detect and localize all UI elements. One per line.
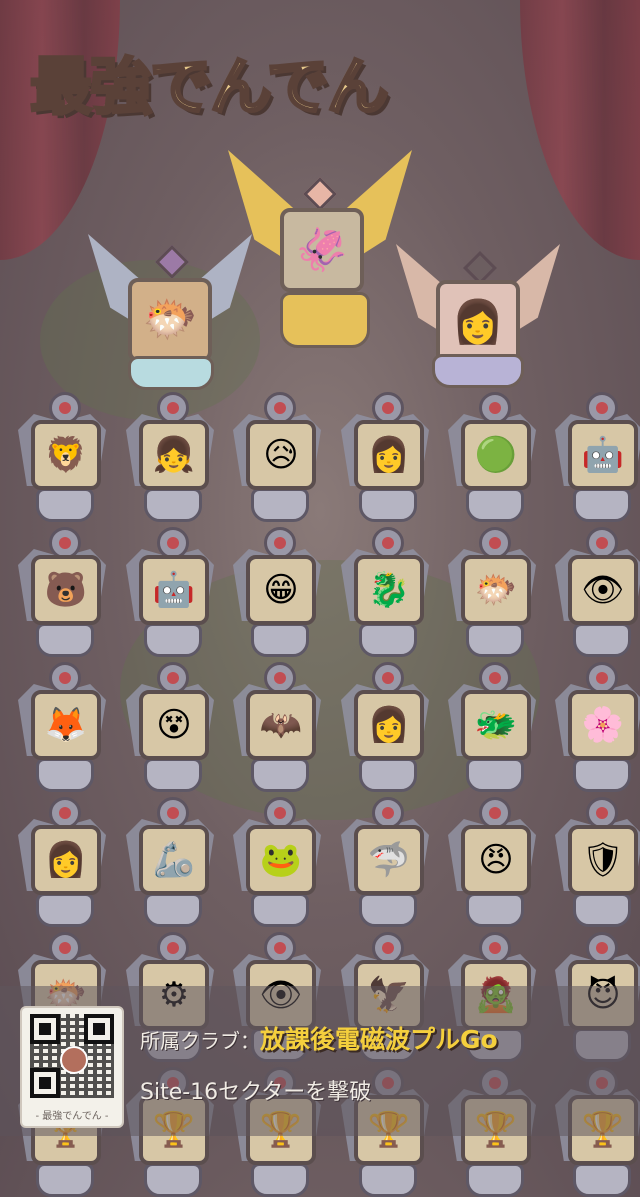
trophy-item[interactable]: 😥: [227, 392, 327, 522]
podium-third[interactable]: 👩: [396, 236, 560, 388]
club-name: 放課後電磁波プルGo: [260, 1025, 498, 1054]
achievement-text: Site-16セクターを撃破: [140, 1080, 372, 1105]
trophy-item[interactable]: 👧: [120, 392, 220, 522]
trophy-item[interactable]: 🐉: [335, 527, 435, 657]
trophy-item[interactable]: 🦈: [335, 797, 435, 927]
trophy-item[interactable]: 👩: [12, 797, 112, 927]
trophy-item[interactable]: 👩: [335, 662, 435, 792]
trophy-item[interactable]: 🐡: [442, 527, 542, 657]
blue-tank-icon: 🛡: [568, 825, 638, 895]
blue-shark-icon: 🦈: [354, 825, 424, 895]
trophy-item[interactable]: 😠: [442, 797, 542, 927]
trophy-item[interactable]: 👁: [549, 527, 640, 657]
club-row: 所属クラブ：放課後電磁波プルGo: [140, 1020, 498, 1056]
pink-woman-icon: 👩: [354, 420, 424, 490]
red-hair-girl-icon: 👩: [31, 825, 101, 895]
trophy-item[interactable]: 😵: [120, 662, 220, 792]
orange-blob-icon: 🐡: [142, 294, 198, 345]
green-frog-icon: 🐸: [246, 825, 316, 895]
bear-sunglasses-icon: 🐻: [31, 555, 101, 625]
club-label: 所属クラブ：: [140, 1029, 260, 1053]
trophy-item[interactable]: 👩: [335, 392, 435, 522]
trophy-item[interactable]: 🦾: [120, 797, 220, 927]
trophy-item[interactable]: 😁: [227, 527, 327, 657]
blue-hydra-icon: 🐲: [461, 690, 531, 760]
trophy-item[interactable]: 🌸: [549, 662, 640, 792]
black-hair-girl-icon: 👩: [354, 690, 424, 760]
trophy-item[interactable]: 🤖: [120, 527, 220, 657]
trophy-item[interactable]: 🦊: [12, 662, 112, 792]
curtain-right: [520, 0, 640, 260]
silver-robot-eye-icon: 🤖: [568, 420, 638, 490]
orange-fox-icon: 🦊: [31, 690, 101, 760]
trophy-item[interactable]: 🐸: [227, 797, 327, 927]
blue-ghost-icon: 😵: [139, 690, 209, 760]
trophy-item[interactable]: 🛡: [549, 797, 640, 927]
avatar: [60, 1046, 88, 1074]
green-slime-icon: 🟢: [461, 420, 531, 490]
qr-code[interactable]: - 最強でんでん -: [20, 1006, 124, 1128]
blonde-boy-icon: 😠: [461, 825, 531, 895]
yellow-dragon-icon: 🐉: [354, 555, 424, 625]
green-hair-girl-icon: 👧: [139, 420, 209, 490]
orange-blob-icon: 🐡: [461, 555, 531, 625]
trophy-item[interactable]: 🦇: [227, 662, 327, 792]
shadow-figure-icon: 🦇: [246, 690, 316, 760]
shadow-creature-icon: 🦑: [295, 225, 349, 274]
podium-first[interactable]: 🦑: [228, 142, 412, 348]
red-flower-girl-icon: 🌸: [568, 690, 638, 760]
trophy-item[interactable]: 🟢: [442, 392, 542, 522]
blonde-girl-icon: 😥: [246, 420, 316, 490]
dark-creature-icon: 👁: [568, 555, 638, 625]
trophy-item[interactable]: 🦁: [12, 392, 112, 522]
armored-knight-icon: 🦁: [31, 420, 101, 490]
game-logo: 最強でんでん: [29, 49, 391, 125]
trophy-item[interactable]: 🤖: [549, 392, 640, 522]
trophy-item[interactable]: 🐲: [442, 662, 542, 792]
grey-robot-icon: 🤖: [139, 555, 209, 625]
trophy-item[interactable]: 🐻: [12, 527, 112, 657]
qr-caption: - 最強でんでん -: [35, 1111, 109, 1122]
pink-hair-girl-icon: 👩: [451, 297, 505, 346]
mecha-robot-icon: 🦾: [139, 825, 209, 895]
brown-hair-boy-icon: 😁: [246, 555, 316, 625]
